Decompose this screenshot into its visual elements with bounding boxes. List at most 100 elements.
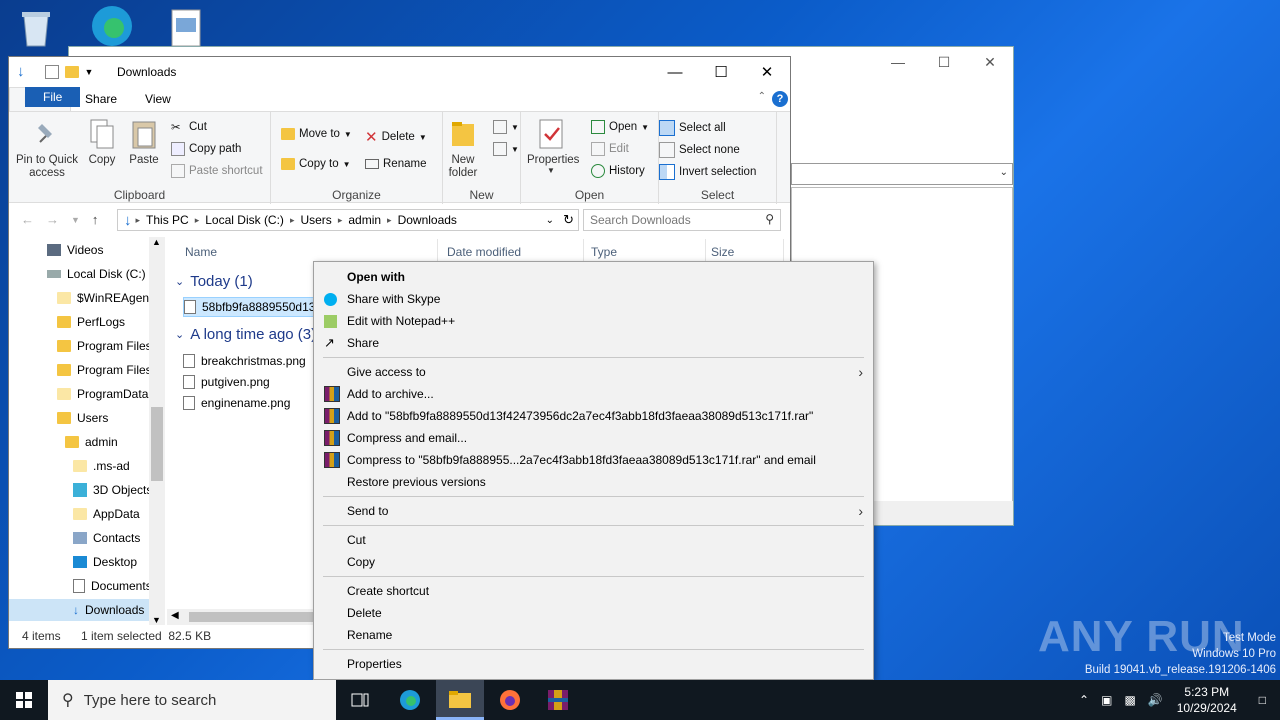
menu-compress-to-rar-email[interactable]: Compress to "58bfb9fa888955...2a7ec4f3ab… — [314, 449, 873, 471]
collapse-ribbon-icon[interactable]: ⌃ — [758, 91, 766, 102]
easy-access-button[interactable]: ▼ — [493, 142, 519, 156]
refresh-icon[interactable]: ↻ — [563, 212, 574, 228]
move-to-button[interactable]: Move to ▼ — [281, 128, 352, 140]
nav-item-programdata[interactable]: ProgramData — [57, 383, 148, 405]
menu-delete[interactable]: Delete — [314, 602, 873, 624]
nav-item-3d-objects[interactable]: 3D Objects — [73, 479, 152, 501]
file-row[interactable]: putgiven.png — [183, 372, 270, 392]
nav-item-downloads[interactable]: ↓ Downloads — [9, 599, 149, 621]
nav-item-perflogs[interactable]: PerfLogs — [57, 311, 125, 333]
history-button[interactable]: History — [591, 164, 645, 178]
new-folder-button[interactable]: New folder — [445, 118, 481, 180]
file-explorer-taskbar-icon[interactable] — [436, 680, 484, 720]
breadcrumb-local-disk[interactable]: Local Disk (C:) — [199, 213, 290, 227]
scroll-up-icon[interactable]: ▲ — [152, 237, 161, 247]
pin-quick-access-button[interactable]: Pin to Quick access — [13, 118, 81, 180]
menu-compress-email[interactable]: Compress and email... — [314, 427, 873, 449]
breadcrumb-this-pc[interactable]: This PC — [140, 213, 195, 227]
column-date-modified[interactable]: Date modified — [447, 245, 521, 259]
menu-properties[interactable]: Properties — [314, 653, 873, 675]
breadcrumb-admin[interactable]: admin — [342, 213, 387, 227]
nav-item-contacts[interactable]: Contacts — [73, 527, 140, 549]
select-all-button[interactable]: Select all — [659, 120, 726, 136]
copy-button[interactable]: Copy — [85, 118, 119, 166]
menu-create-shortcut[interactable]: Create shortcut — [314, 580, 873, 602]
menu-share-skype[interactable]: Share with Skype — [314, 288, 873, 310]
edge-desktop-icon[interactable] — [88, 4, 132, 46]
address-dropdown-icon[interactable]: ⌄ — [546, 215, 554, 226]
paste-button[interactable]: Paste — [127, 118, 161, 166]
minimize-icon[interactable]: — — [875, 47, 921, 77]
taskbar-search-input[interactable]: ⚲ Type here to search — [48, 680, 336, 720]
paste-shortcut-button[interactable]: Paste shortcut — [171, 164, 263, 178]
menu-send-to[interactable]: Send to › — [314, 500, 873, 522]
breadcrumb-downloads[interactable]: Downloads — [392, 213, 463, 227]
edit-button[interactable]: Edit — [591, 142, 629, 156]
search-input[interactable]: Search Downloads ⚲ — [583, 209, 781, 231]
network-icon[interactable]: ▣ — [1095, 693, 1118, 707]
close-button[interactable]: ✕ — [744, 57, 790, 87]
help-icon[interactable]: ? — [772, 91, 788, 107]
menu-copy[interactable]: Copy — [314, 551, 873, 573]
column-name[interactable]: Name — [185, 245, 217, 259]
column-type[interactable]: Type — [591, 245, 617, 259]
nav-item-admin[interactable]: admin — [65, 431, 118, 453]
open-button[interactable]: Open ▼ — [591, 120, 649, 134]
volume-icon[interactable]: 🔊 — [1142, 693, 1169, 707]
tab-file[interactable]: File — [25, 87, 81, 107]
maximize-icon[interactable]: ☐ — [921, 47, 967, 77]
nav-item-winreagent[interactable]: $WinREAgent — [57, 287, 152, 309]
cut-button[interactable]: ✂ Cut — [171, 120, 207, 134]
horizontal-scroll-thumb[interactable] — [189, 612, 315, 622]
menu-add-to-rar[interactable]: Add to "58bfb9fa8889550d13f42473956dc2a7… — [314, 405, 873, 427]
edge-taskbar-icon[interactable] — [386, 680, 434, 720]
winrar-taskbar-icon[interactable] — [534, 680, 582, 720]
copy-path-button[interactable]: Copy path — [171, 142, 241, 156]
menu-rename[interactable]: Rename — [314, 624, 873, 646]
show-hidden-icons-icon[interactable]: ⌃ — [1073, 693, 1095, 707]
firefox-taskbar-icon[interactable] — [486, 680, 534, 720]
task-view-icon[interactable] — [336, 680, 384, 720]
column-size[interactable]: Size — [711, 245, 734, 259]
nav-scroll-thumb[interactable] — [151, 407, 163, 481]
file-row[interactable]: enginename.png — [183, 393, 290, 413]
breadcrumb-users[interactable]: Users — [294, 213, 337, 227]
rename-button[interactable]: Rename — [365, 158, 426, 170]
invert-selection-button[interactable]: Invert selection — [659, 164, 756, 180]
nav-item-program-files[interactable]: Program Files — [57, 335, 152, 357]
copy-to-button[interactable]: Copy to ▼ — [281, 158, 351, 170]
clock[interactable]: 5:23 PM 10/29/2024 — [1169, 684, 1245, 716]
nav-item-videos[interactable]: Videos — [47, 239, 103, 261]
menu-share[interactable]: ↗ Share — [314, 332, 873, 354]
recent-chevron-icon[interactable]: ▼ — [71, 215, 80, 227]
up-arrow-icon[interactable]: ↑ — [92, 212, 99, 227]
nav-item-desktop[interactable]: Desktop — [73, 551, 137, 573]
menu-cut[interactable]: Cut — [314, 529, 873, 551]
scroll-left-icon[interactable]: ◀ — [171, 610, 179, 621]
qat-customize-icon[interactable]: ▼ — [85, 67, 94, 77]
group-today[interactable]: ⌄ Today (1) — [175, 273, 253, 290]
select-none-button[interactable]: Select none — [659, 142, 740, 158]
properties-button[interactable]: Properties ▼ — [527, 118, 579, 175]
delete-button[interactable]: ✕ Delete ▼ — [365, 128, 427, 146]
nav-item-program-files-x86[interactable]: Program Files — [57, 359, 152, 381]
address-bar[interactable]: ↓ ▸ This PC ▸ Local Disk (C:) ▸ Users ▸ … — [117, 209, 579, 231]
menu-restore-previous[interactable]: Restore previous versions — [314, 471, 873, 493]
nav-scrollbar[interactable]: ▲ ▼ — [149, 237, 165, 625]
group-long-ago[interactable]: ⌄ A long time ago (3) — [175, 326, 316, 343]
back-arrow-icon[interactable]: ← — [21, 212, 34, 227]
new-folder-icon[interactable] — [64, 65, 79, 78]
file-row[interactable]: breakchristmas.png — [183, 351, 306, 371]
nav-item-users[interactable]: Users — [57, 407, 108, 429]
image-file-desktop-icon[interactable] — [168, 8, 212, 48]
menu-edit-notepadpp[interactable]: Edit with Notepad++ — [314, 310, 873, 332]
tab-view[interactable]: View — [131, 87, 185, 111]
nav-item-appdata[interactable]: AppData — [73, 503, 140, 525]
minimize-button[interactable]: — — [652, 57, 698, 87]
menu-open-with[interactable]: Open with — [314, 266, 873, 288]
start-button[interactable] — [0, 680, 48, 720]
forward-arrow-icon[interactable]: → — [46, 212, 59, 227]
new-item-button[interactable]: ▼ — [493, 120, 519, 134]
properties-check-icon[interactable] — [44, 64, 59, 79]
nav-item-local-disk[interactable]: Local Disk (C:) — [47, 263, 146, 285]
